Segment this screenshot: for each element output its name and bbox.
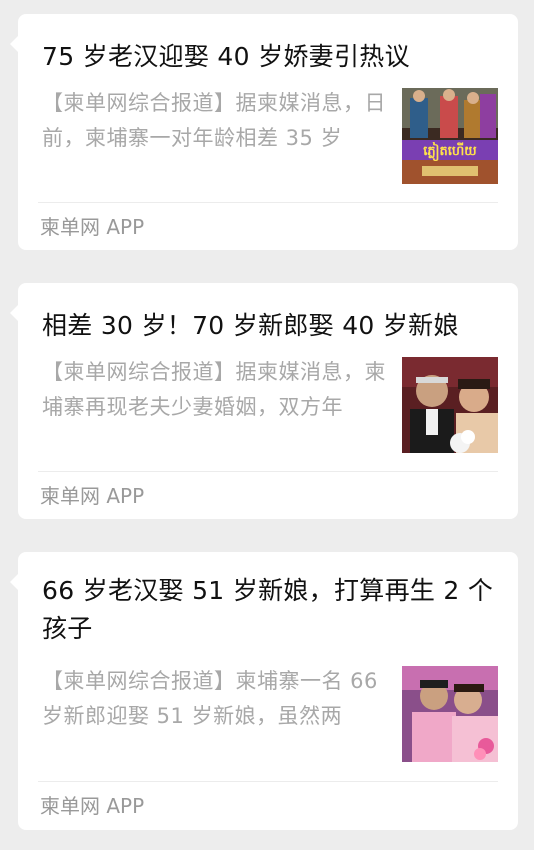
- thumbnail-khmer-text: ភ្លៀតហើយ: [423, 142, 477, 161]
- article-card[interactable]: 66 岁老汉娶 51 岁新娘，打算再生 2 个孩子 【柬单网综合报道】柬埔寨一名…: [10, 552, 518, 830]
- divider: [38, 781, 498, 782]
- article-title[interactable]: 相差 30 岁！70 岁新郎娶 40 岁新娘: [42, 307, 496, 345]
- article-source[interactable]: 柬单网 APP: [40, 213, 144, 241]
- article-summary: 【柬单网综合报道】据柬媒消息，日前，柬埔寨一对年龄相差 35 岁: [42, 91, 386, 150]
- divider: [38, 471, 498, 472]
- article-thumbnail[interactable]: ភ្លៀតហើយ: [402, 88, 498, 184]
- article-thumbnail[interactable]: [402, 357, 498, 453]
- article-summary: 【柬单网综合报道】柬埔寨一名 66 岁新郎迎娶 51 岁新娘，虽然两: [42, 669, 378, 728]
- article-title[interactable]: 66 岁老汉娶 51 岁新娘，打算再生 2 个孩子: [42, 572, 496, 648]
- article-card[interactable]: 相差 30 岁！70 岁新郎娶 40 岁新娘 【柬单网综合报道】据柬媒消息，柬埔…: [10, 283, 518, 519]
- article-summary: 【柬单网综合报道】据柬媒消息，柬埔寨再现老夫少妻婚姻，双方年: [42, 360, 386, 419]
- article-card[interactable]: 75 岁老汉迎娶 40 岁娇妻引热议 【柬单网综合报道】据柬媒消息，日前，柬埔寨…: [10, 14, 518, 250]
- divider: [38, 202, 498, 203]
- article-feed: 75 岁老汉迎娶 40 岁娇妻引热议 【柬单网综合报道】据柬媒消息，日前，柬埔寨…: [0, 0, 534, 850]
- article-thumbnail[interactable]: [402, 666, 498, 762]
- article-title[interactable]: 75 岁老汉迎娶 40 岁娇妻引热议: [42, 38, 496, 76]
- article-source[interactable]: 柬单网 APP: [40, 792, 144, 820]
- article-source[interactable]: 柬单网 APP: [40, 482, 144, 510]
